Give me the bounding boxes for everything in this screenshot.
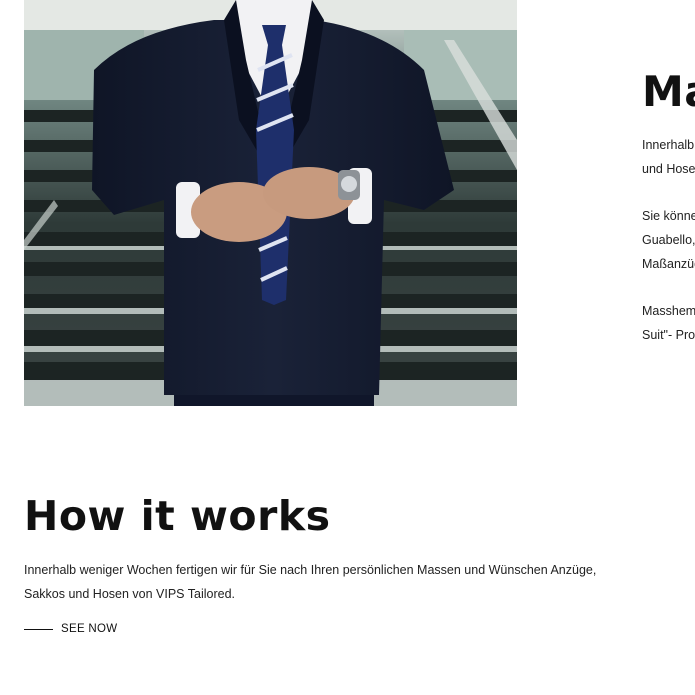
text-line: Innerhalb (642, 138, 695, 152)
link-line-decoration (24, 628, 53, 630)
right-column-title: Ma (642, 67, 695, 116)
see-now-link[interactable]: SEE NOW (24, 620, 117, 638)
text-line: und Hosen (642, 162, 695, 176)
hero-photo-businessman-suit (24, 0, 517, 406)
text-line: Guabello, (642, 233, 695, 247)
text-line: Maßanzüg (642, 257, 695, 271)
right-column-paragraph-2: Sie könne Guabello, Maßanzüg (642, 204, 695, 276)
how-it-works-heading: How it works (24, 492, 331, 540)
text-line: Masshem (642, 304, 695, 318)
right-column-paragraph-3: Masshem Suit"- Prog (642, 299, 695, 347)
see-now-label: SEE NOW (61, 623, 118, 635)
how-it-works-description: Innerhalb weniger Wochen fertigen wir fü… (24, 563, 597, 601)
text-line: Sie könne (642, 209, 695, 223)
text-line: Suit"- Prog (642, 328, 695, 342)
right-column-paragraph-1: Innerhalb und Hosen (642, 133, 695, 181)
